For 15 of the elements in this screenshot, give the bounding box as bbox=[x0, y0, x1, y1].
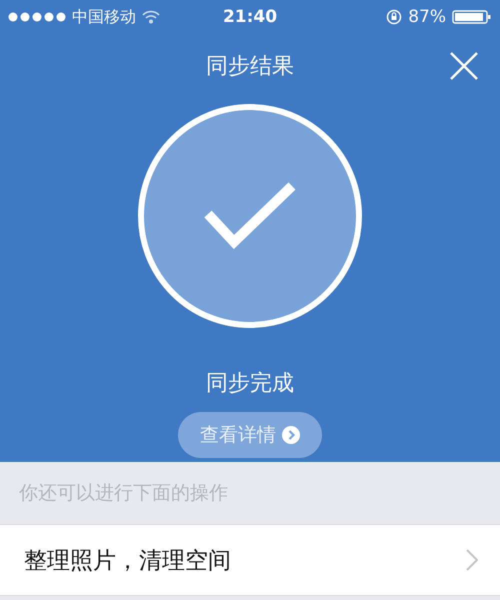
page-title: 同步结果 bbox=[206, 53, 294, 81]
close-button[interactable] bbox=[448, 50, 480, 82]
wifi-icon bbox=[142, 10, 160, 24]
battery-percent: 87% bbox=[408, 7, 446, 27]
action-row[interactable]: 整理照片，清理空间 bbox=[0, 524, 500, 596]
action-label: 整理照片，清理空间 bbox=[24, 546, 231, 576]
signal-icon bbox=[8, 12, 66, 22]
checkmark-icon bbox=[202, 180, 298, 252]
carrier-name: 中国移动 bbox=[72, 6, 136, 28]
chevron-right-icon bbox=[466, 549, 478, 571]
chevron-circle-icon bbox=[282, 426, 300, 444]
sync-status: 同步完成 bbox=[206, 370, 294, 398]
rotation-lock-icon bbox=[386, 9, 402, 25]
battery-icon bbox=[452, 9, 492, 25]
status-time: 21:40 bbox=[222, 7, 278, 27]
